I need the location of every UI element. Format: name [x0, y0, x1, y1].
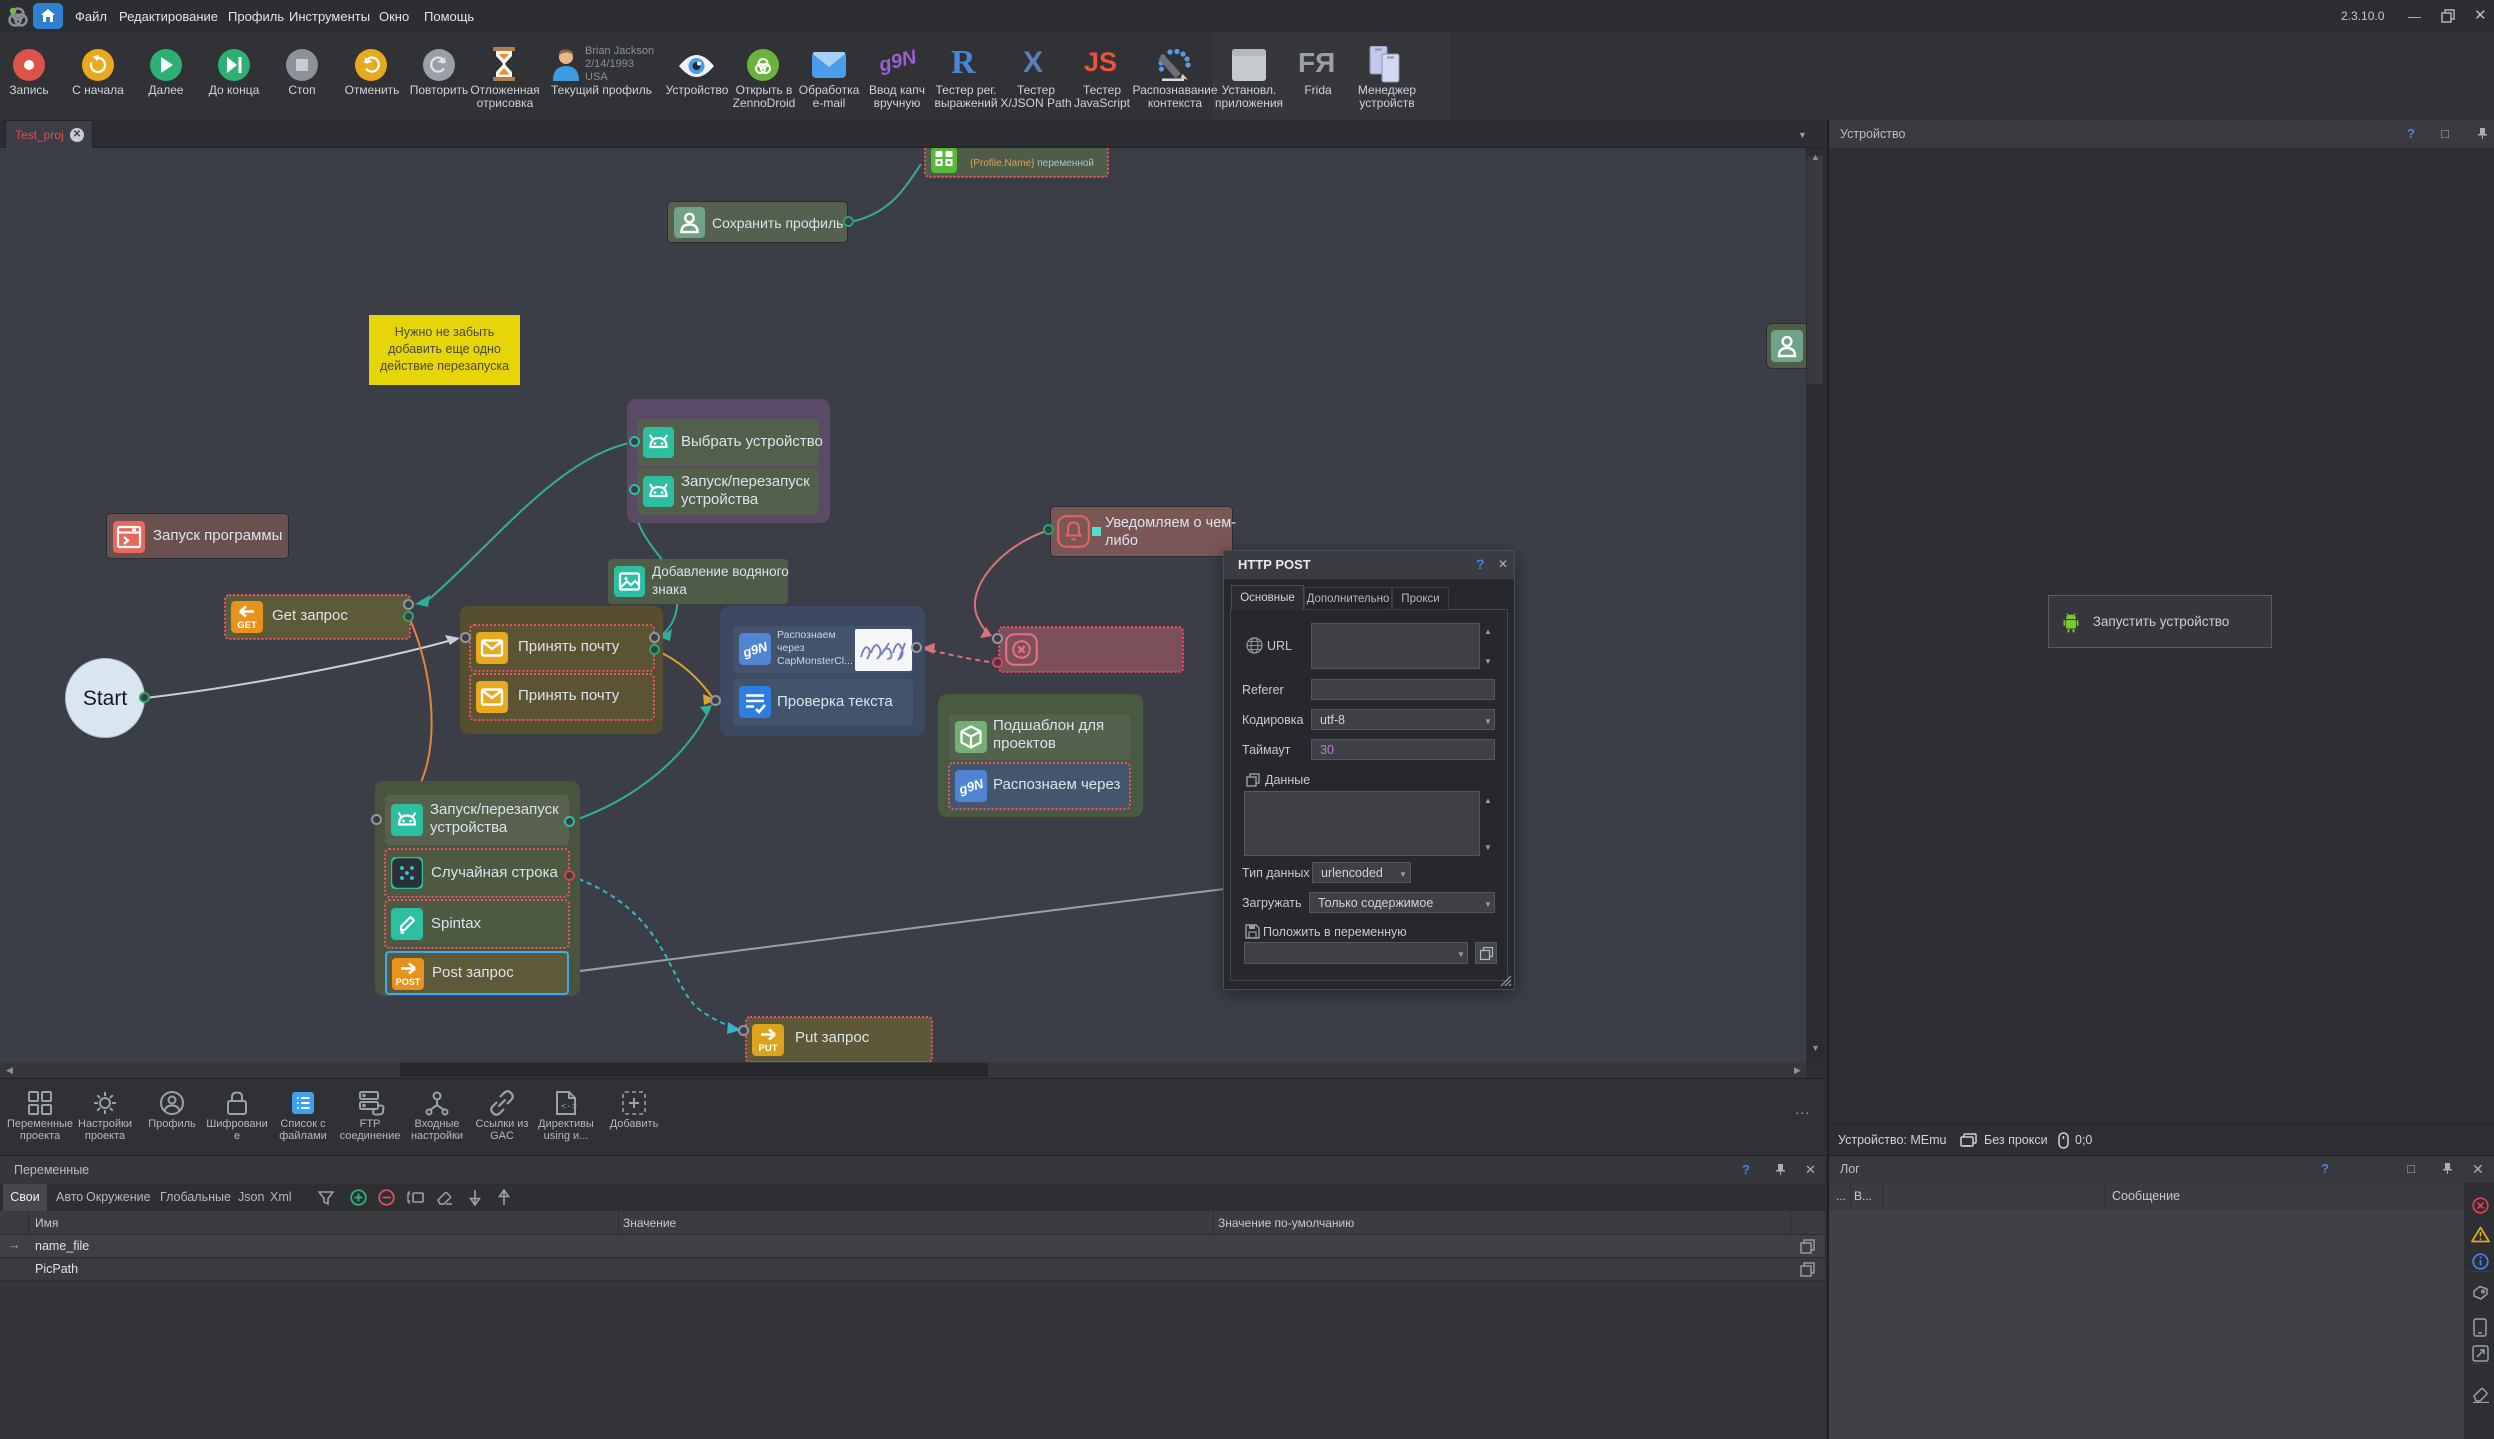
svg-text:POST: POST [396, 977, 421, 987]
svg-text:<·>: <·> [561, 1102, 577, 1112]
svg-text:GET: GET [237, 620, 257, 631]
svg-text:PUT: PUT [759, 1043, 778, 1054]
